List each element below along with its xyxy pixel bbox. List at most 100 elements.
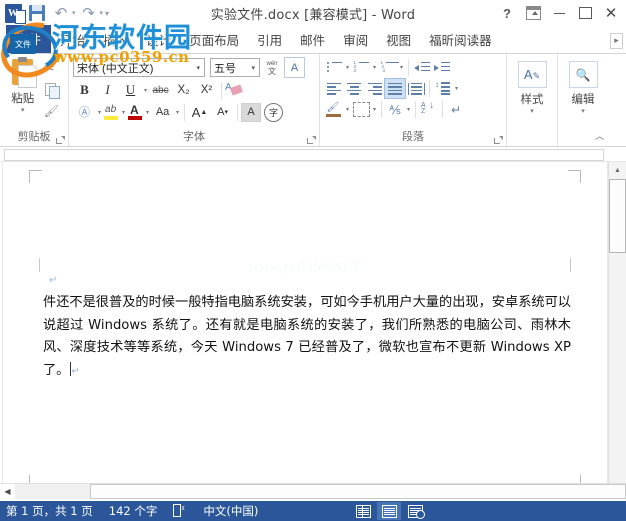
decrease-indent-icon[interactable]: [412, 58, 432, 77]
styles-button[interactable]: A✎ 样式 ▾: [511, 57, 553, 115]
asian-layout-dropdown-icon[interactable]: ▾: [405, 106, 412, 113]
document-body-text[interactable]: 件还不是很普及的时候一般特指电脑系统安装，可如今手机用户大量的出现，安卓系统可以…: [43, 292, 571, 383]
paste-dropdown-icon[interactable]: ▾: [21, 107, 25, 114]
numbering-dropdown-icon[interactable]: ▾: [371, 64, 378, 71]
word-count-status[interactable]: 142 个字: [101, 503, 166, 519]
undo-dropdown-icon[interactable]: ▾: [72, 9, 76, 17]
enclose-characters-icon[interactable]: A: [284, 57, 305, 78]
asian-layout-icon[interactable]: ⅍: [385, 100, 405, 119]
italic-button[interactable]: I: [96, 81, 119, 100]
redo-dropdown-icon[interactable]: ▾: [100, 9, 104, 17]
tab-references[interactable]: 引用: [248, 27, 291, 53]
vertical-scrollbar[interactable]: ▲ ▼: [608, 162, 626, 499]
tab-foxit-reader[interactable]: 福昕阅读器: [420, 27, 501, 53]
editing-dropdown-icon[interactable]: ▾: [581, 108, 585, 115]
horizontal-scrollbar[interactable]: ◀: [0, 483, 626, 499]
shading-icon[interactable]: 🖌: [324, 100, 344, 119]
redo-icon[interactable]: ↷: [78, 2, 100, 24]
font-size-dropdown-icon[interactable]: ▾: [248, 64, 258, 72]
horizontal-scroll-track[interactable]: [15, 484, 626, 499]
align-center-icon[interactable]: [344, 79, 364, 98]
borders-icon[interactable]: [351, 100, 371, 119]
print-layout-button[interactable]: [377, 502, 402, 520]
tab-mailings[interactable]: 邮件: [291, 27, 334, 53]
help-button[interactable]: ?: [494, 2, 520, 24]
font-color-icon[interactable]: A: [127, 103, 144, 122]
tab-view[interactable]: 视图: [377, 27, 420, 53]
ribbon-display-options-icon[interactable]: [520, 2, 546, 24]
character-border-icon[interactable]: 字: [264, 102, 284, 122]
horizontal-scroll-thumb[interactable]: [90, 484, 626, 499]
format-painter-icon[interactable]: 🖌: [44, 102, 62, 120]
justify-icon[interactable]: [384, 78, 406, 99]
grow-font-icon[interactable]: A ▲: [188, 103, 211, 122]
close-button[interactable]: ✕: [598, 2, 624, 24]
scroll-up-icon[interactable]: ▲: [609, 162, 626, 179]
font-color-dropdown-icon[interactable]: ▾: [144, 109, 151, 116]
multilevel-dropdown-icon[interactable]: ▾: [398, 64, 405, 71]
proofing-status-icon[interactable]: [165, 502, 195, 518]
maximize-button[interactable]: [572, 2, 598, 24]
styles-dropdown-icon[interactable]: ▾: [530, 108, 534, 115]
read-mode-button[interactable]: [351, 502, 375, 520]
web-layout-button[interactable]: [403, 502, 427, 520]
bullets-icon[interactable]: [324, 58, 344, 77]
show-formatting-marks-icon[interactable]: ↵: [446, 100, 466, 119]
underline-button[interactable]: U: [119, 81, 142, 100]
character-shading-icon[interactable]: A: [241, 102, 262, 122]
font-dialog-launcher-icon[interactable]: [307, 136, 316, 145]
clear-formatting-icon[interactable]: A: [225, 81, 245, 100]
cut-icon[interactable]: ✂: [44, 60, 62, 78]
numbering-icon[interactable]: 123: [351, 58, 371, 77]
line-spacing-icon[interactable]: ↕: [433, 79, 453, 98]
underline-dropdown-icon[interactable]: ▾: [142, 87, 149, 94]
scroll-left-icon[interactable]: ◀: [0, 484, 15, 498]
clipboard-dialog-launcher-icon[interactable]: [56, 136, 65, 145]
tab-overflow-icon[interactable]: ▸: [610, 33, 623, 49]
paste-button[interactable]: 粘贴 ▾: [4, 57, 42, 114]
paragraph-dialog-launcher-icon[interactable]: [494, 136, 503, 145]
tab-review[interactable]: 审阅: [334, 27, 377, 53]
ruler-track[interactable]: [4, 149, 604, 161]
highlight-dropdown-icon[interactable]: ▾: [120, 109, 127, 116]
minimize-button[interactable]: [546, 2, 572, 24]
distributed-align-icon[interactable]: [406, 79, 426, 98]
subscript-button[interactable]: X₂: [172, 81, 195, 100]
shrink-font-icon[interactable]: A ▾: [211, 103, 234, 122]
superscript-button[interactable]: X²: [195, 81, 218, 100]
bullets-dropdown-icon[interactable]: ▾: [344, 64, 351, 71]
strikethrough-button[interactable]: abc: [149, 81, 172, 100]
text-effects-icon[interactable]: Ⓐ: [73, 103, 96, 122]
tab-page-layout[interactable]: 页面布局: [180, 27, 248, 53]
change-case-dropdown-icon[interactable]: ▾: [174, 109, 181, 116]
bold-button[interactable]: B: [73, 81, 96, 100]
increase-indent-icon[interactable]: [432, 58, 452, 77]
line-spacing-dropdown-icon[interactable]: ▾: [453, 85, 460, 92]
save-icon[interactable]: [26, 2, 48, 24]
align-right-icon[interactable]: [364, 79, 384, 98]
copy-icon[interactable]: [44, 81, 62, 99]
tab-insert[interactable]: 插入: [94, 27, 137, 53]
text-effects-dropdown-icon[interactable]: ▾: [96, 109, 103, 116]
align-left-icon[interactable]: [324, 79, 344, 98]
undo-icon[interactable]: ↶: [50, 2, 72, 24]
change-case-icon[interactable]: Aa: [151, 103, 174, 122]
customize-qat-icon[interactable]: ▾: [105, 9, 109, 18]
font-name-dropdown-icon[interactable]: ▾: [193, 64, 203, 72]
editing-button[interactable]: 🔍 编辑 ▾: [562, 57, 604, 115]
document-page[interactable]: www.pc0359.NET ↵ 件还不是很普及的时候一般特指电脑系统安装，可如…: [2, 162, 608, 499]
collapse-ribbon-icon[interactable]: ︿: [595, 129, 604, 144]
tab-file[interactable]: 文件: [6, 25, 52, 53]
borders-dropdown-icon[interactable]: ▾: [371, 106, 378, 113]
font-name-input[interactable]: 宋体 (中文正文) ▾: [73, 58, 205, 77]
tab-design[interactable]: 设计: [137, 27, 180, 53]
phonetic-guide-icon[interactable]: wén 文: [262, 58, 282, 77]
language-status[interactable]: 中文(中国): [195, 503, 266, 519]
shading-dropdown-icon[interactable]: ▾: [344, 106, 351, 113]
vertical-scroll-thumb[interactable]: [609, 179, 626, 253]
multilevel-list-icon[interactable]: 123: [378, 58, 399, 77]
page-number-status[interactable]: 第 1 页，共 1 页: [0, 503, 101, 519]
horizontal-ruler[interactable]: [0, 147, 626, 162]
tab-home[interactable]: 开始: [51, 27, 94, 53]
text-highlight-icon[interactable]: ab: [103, 103, 120, 122]
